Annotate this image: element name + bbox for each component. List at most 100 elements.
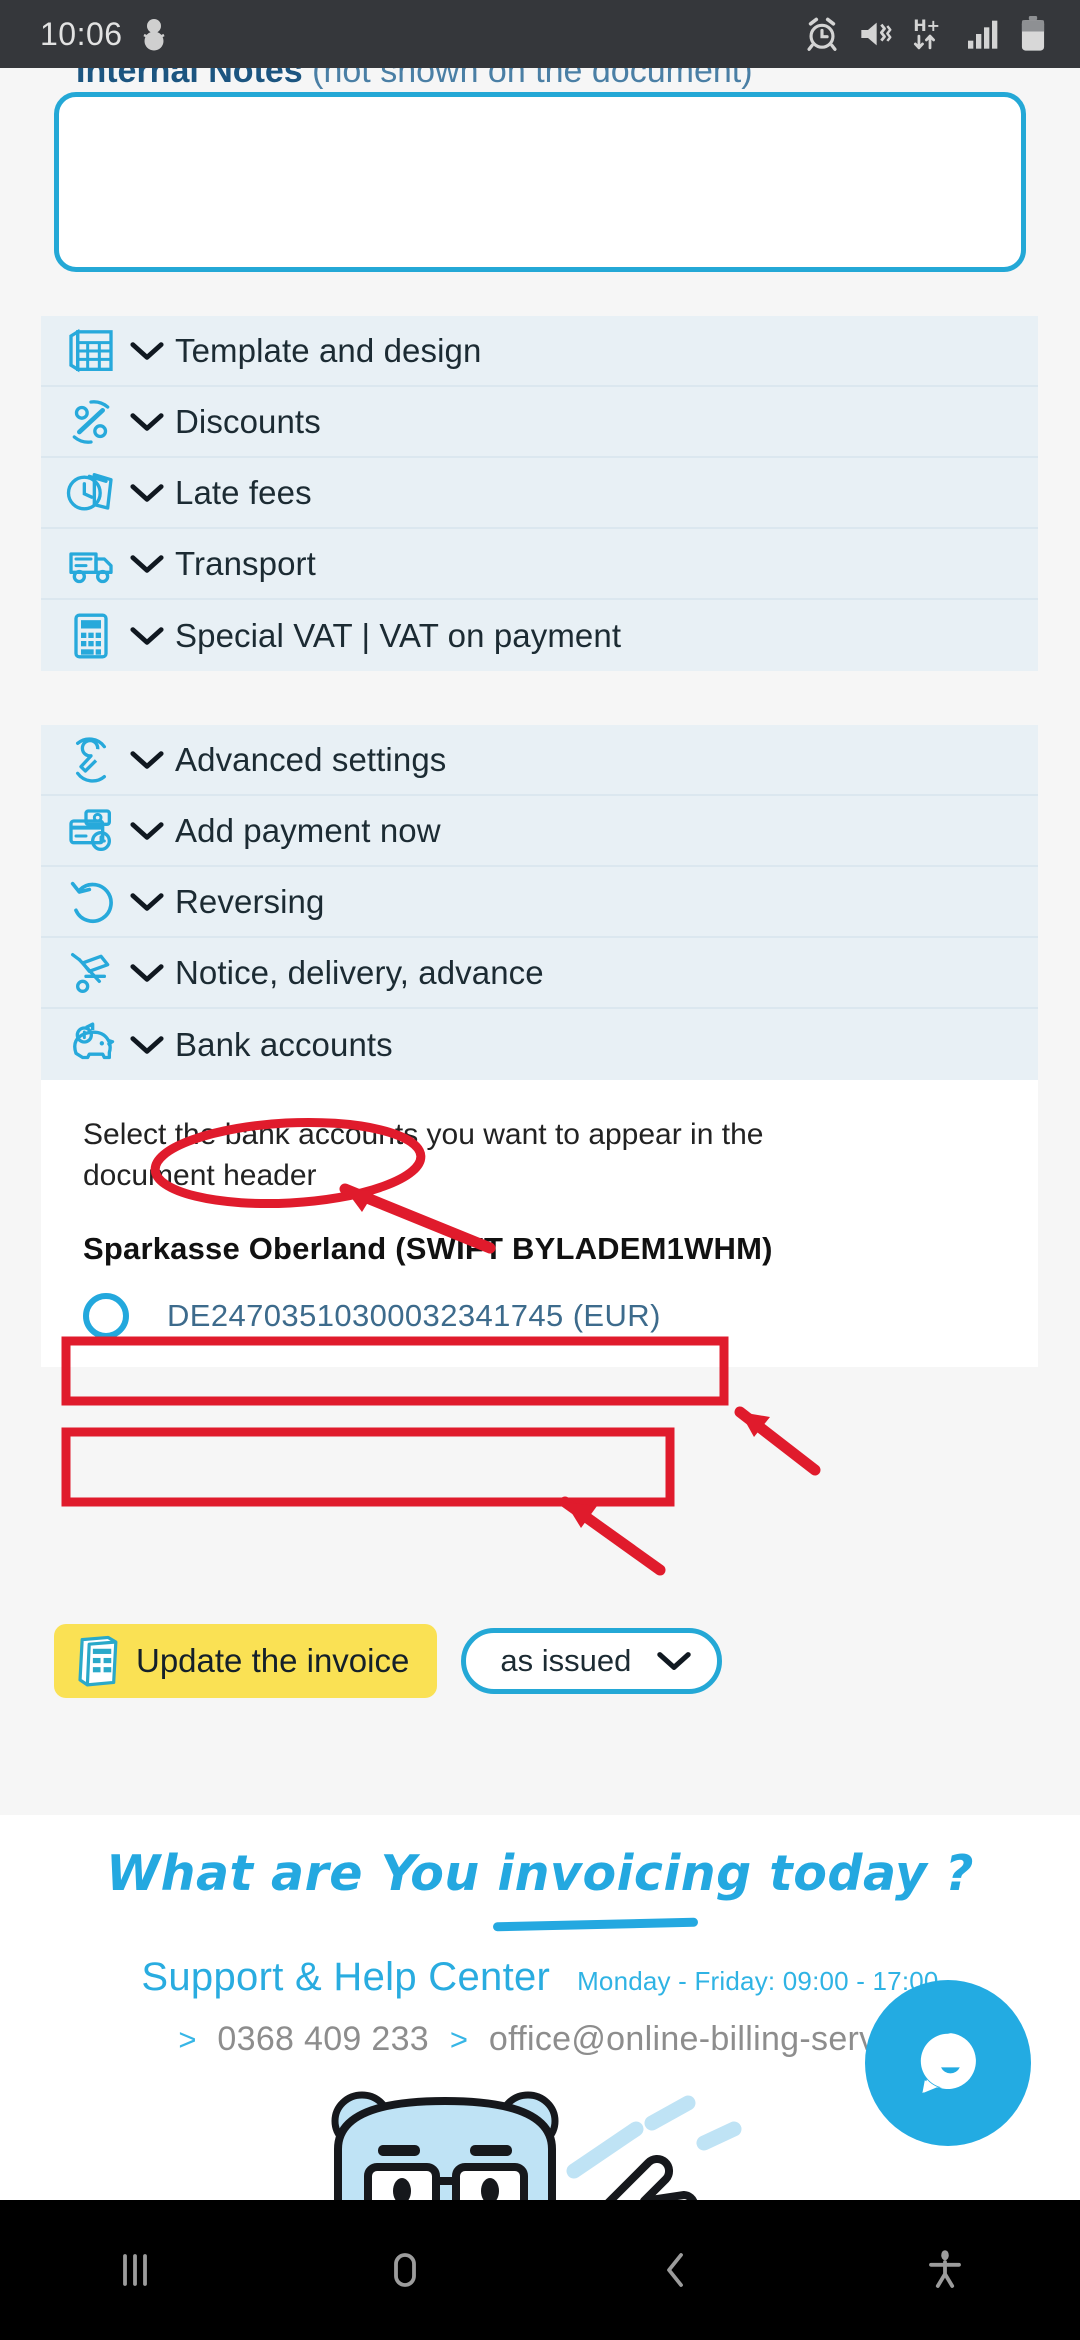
accordion-group-primary: Template and design Discounts Late fees … [41, 316, 1038, 671]
truck-icon [63, 538, 119, 590]
card-payment-icon [63, 805, 119, 857]
accordion-chevron[interactable] [119, 553, 175, 575]
update-invoice-label: Update the invoice [136, 1642, 410, 1679]
accordion-row-label: Template and design [175, 331, 482, 369]
accordion-row-label: Notice, delivery, advance [175, 953, 544, 991]
undo-arrow-icon [70, 881, 113, 923]
chevron-down-icon [657, 1652, 692, 1670]
recents-icon [123, 2254, 147, 2286]
hand-truck-icon [63, 947, 119, 999]
action-row: Update the invoice as issued [54, 1624, 723, 1698]
accordion-row-label: Reversing [175, 882, 325, 920]
footer-phone[interactable]: 0368 409 233 [217, 2020, 429, 2058]
back-icon [667, 2253, 683, 2287]
accordion-row[interactable]: Bank accounts [41, 1009, 1038, 1080]
accordion-chevron[interactable] [119, 411, 175, 433]
mute-vibrate-icon [861, 22, 892, 46]
chevron-down-icon [130, 750, 164, 769]
bank-name-heading: Sparkasse Oberland (SWIFT BYLADEM1WHM) [83, 1230, 773, 1266]
accordion-row-label: Discounts [175, 402, 321, 440]
chevron-down-icon [130, 483, 164, 502]
accordion-row[interactable]: Template and design [41, 316, 1038, 387]
accordion-row[interactable]: Reversing [41, 867, 1038, 938]
clock-money-icon [66, 472, 113, 510]
chat-widget-button[interactable] [865, 1980, 1031, 2146]
accordion-chevron[interactable] [119, 891, 175, 913]
svg-text:H+: H+ [913, 16, 940, 35]
chevron-down-icon [130, 821, 164, 840]
wrench-settings-icon [63, 734, 119, 786]
page-scroll-area[interactable]: Internal Notes (not shown on the documen… [0, 68, 1080, 1815]
hand-truck-icon [70, 952, 110, 993]
accordion-row[interactable]: Advanced settings [41, 725, 1038, 796]
home-icon [394, 2253, 416, 2287]
wrench-settings-icon [75, 736, 106, 783]
nav-home-button[interactable] [270, 2246, 540, 2294]
footer-chevron-email: > [449, 2022, 469, 2057]
footer-email[interactable]: office@online-billing-servic [489, 2020, 902, 2058]
footer-chevron-phone: > [178, 2022, 197, 2057]
piggy-bank-icon [73, 1022, 115, 1059]
accordion-chevron[interactable] [119, 340, 175, 362]
accordion-chevron[interactable] [119, 820, 175, 842]
issue-state-value: as issued [500, 1643, 632, 1678]
bank-account-option[interactable]: DE24703510300032341745 (EUR) [41, 1292, 1038, 1339]
accordion-chevron[interactable] [119, 962, 175, 984]
internal-notes-label-bold: Internal Notes [76, 68, 303, 90]
hplus-data-icon: H+ [913, 16, 940, 50]
accordion-row[interactable]: Transport [41, 529, 1038, 600]
internal-notes-label-hint: (not shown on the document) [302, 68, 753, 90]
calculator-icon [74, 613, 108, 658]
accordion-row-label: Add payment now [175, 811, 441, 849]
accordion-row[interactable]: Discounts [41, 387, 1038, 458]
snowman-icon [142, 19, 165, 51]
status-bar-left: 10:06 [40, 16, 167, 53]
accordion-row-label: Late fees [175, 473, 312, 511]
accordion-row-label: Transport [175, 544, 316, 582]
footer-support-hours: Monday - Friday: 09:00 - 17:00 [577, 1966, 939, 1996]
footer-support-title[interactable]: Support & Help Center [141, 1955, 550, 1999]
accessibility-icon [929, 2250, 961, 2288]
accordion-chevron[interactable] [119, 625, 175, 647]
invoice-doc-icon [78, 1635, 118, 1687]
site-footer: What are You invoicing today ? Support &… [0, 1815, 1080, 2200]
status-bar-right: H+ [804, 16, 1046, 52]
chevron-down-icon [130, 892, 164, 911]
bank-account-iban: DE24703510300032341745 (EUR) [167, 1297, 661, 1333]
accordion-row[interactable]: Add payment now [41, 796, 1038, 867]
status-bar: 10:06 H+ [0, 0, 1080, 68]
update-invoice-button[interactable]: Update the invoice [54, 1624, 438, 1698]
accordion-row-label: Special VAT | VAT on payment [175, 616, 622, 654]
footer-headline-underline [492, 1917, 699, 1932]
phone-screen: 10:06 H+ Internal Notes (not shown on th… [0, 0, 1080, 2340]
accordion-row[interactable]: Late fees [41, 458, 1038, 529]
internal-notes-label: Internal Notes (not shown on the documen… [76, 68, 753, 91]
accordion-chevron[interactable] [119, 1034, 175, 1056]
undo-arrow-icon [63, 876, 119, 928]
status-bar-clock: 10:06 [40, 15, 123, 52]
percent-discount-icon [72, 399, 110, 444]
bank-account-radio[interactable] [83, 1292, 129, 1339]
chevron-down-icon [130, 554, 164, 573]
accordion-group-secondary: Advanced settings Add payment now Revers… [41, 725, 1038, 1080]
chevron-down-icon [130, 1035, 164, 1054]
internal-notes-textarea[interactable] [54, 92, 1026, 272]
bank-accounts-help-text: Select the bank accounts you want to app… [83, 1118, 764, 1193]
chat-bubble-icon [920, 2033, 976, 2093]
accordion-row[interactable]: Special VAT | VAT on payment [41, 600, 1038, 671]
issue-state-dropdown[interactable]: as issued [461, 1628, 723, 1694]
nav-recents-button[interactable] [0, 2246, 270, 2294]
accordion-chevron[interactable] [119, 749, 175, 771]
accordion-row-label: Advanced settings [175, 740, 447, 778]
accordion-chevron[interactable] [119, 482, 175, 504]
nav-back-button[interactable] [540, 2246, 810, 2294]
chevron-down-icon [130, 341, 164, 360]
chevron-down-icon [130, 412, 164, 431]
nav-accessibility-button[interactable] [810, 2246, 1080, 2294]
bank-accounts-panel: Select the bank accounts you want to app… [41, 1080, 1038, 1367]
bear-mascot-icon [331, 2091, 742, 2200]
truck-icon [69, 551, 113, 583]
android-nav-bar [0, 2200, 1080, 2340]
accordion-row[interactable]: Notice, delivery, advance [41, 938, 1038, 1009]
accordion-row-label: Bank accounts [175, 1025, 393, 1063]
